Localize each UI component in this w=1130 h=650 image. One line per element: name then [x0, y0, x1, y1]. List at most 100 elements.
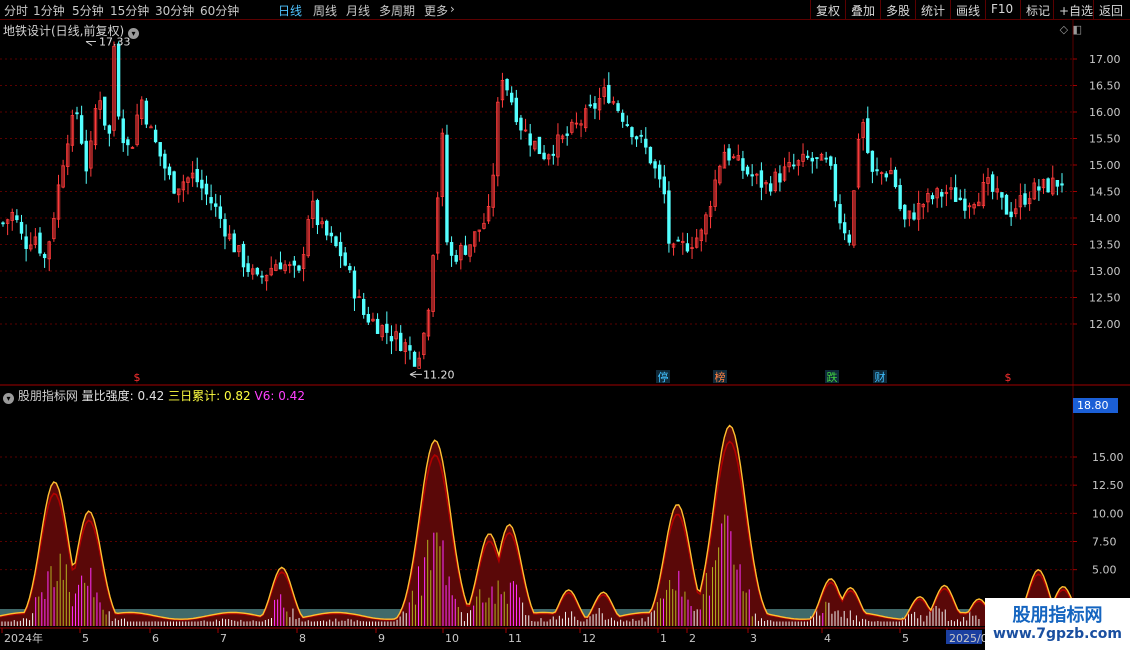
candle-body — [1009, 211, 1013, 218]
watermark-url: www.7gpzb.com — [992, 626, 1122, 642]
indicator-tick-label: 15.00 — [1092, 451, 1124, 464]
candle-body — [84, 140, 88, 172]
candle-body — [768, 183, 773, 192]
candle-body — [107, 125, 112, 134]
candle-body — [727, 148, 731, 161]
candle-body — [620, 112, 625, 122]
candle-body — [662, 176, 666, 195]
candle-body — [667, 190, 671, 244]
time-axis-label: 2025/0 — [949, 632, 988, 645]
candle-body — [898, 185, 902, 210]
candle-body — [348, 266, 352, 271]
candle-body — [449, 242, 454, 256]
candle-body — [838, 204, 842, 224]
candle-body — [940, 192, 944, 197]
candle-body — [232, 233, 236, 253]
candle-body — [389, 336, 394, 342]
candle-body — [634, 136, 639, 140]
indicator-tick-label: 12.50 — [1092, 479, 1124, 492]
low-price-label: 11.20 — [423, 368, 455, 381]
candle-body — [103, 96, 107, 126]
price-tick-label: 14.00 — [1089, 212, 1121, 225]
candle-body — [214, 203, 218, 207]
time-axis-label: 12 — [582, 632, 596, 645]
site-watermark: 股朋指标网 www.7gpzb.com — [985, 598, 1130, 650]
candle-body — [325, 220, 329, 236]
indicator-current-value: 18.80 — [1073, 398, 1118, 413]
candle-body — [653, 161, 657, 169]
high-price-label: 17.33 — [99, 36, 131, 49]
price-tick-label: 15.50 — [1089, 133, 1121, 146]
candle-body — [343, 252, 347, 266]
candle-body — [223, 219, 227, 237]
candle-body — [519, 117, 523, 131]
event-marker: 榜 — [715, 370, 726, 384]
candle-body — [1060, 183, 1064, 186]
candle-body — [246, 263, 250, 273]
time-axis-label: 4 — [824, 632, 831, 645]
candle-body — [1004, 194, 1009, 215]
candle-body — [445, 134, 449, 243]
event-marker: $ — [134, 371, 141, 384]
price-tick-label: 13.00 — [1089, 265, 1121, 278]
candle-body — [870, 150, 875, 172]
candle-body — [454, 255, 458, 262]
time-axis-label: 6 — [152, 632, 159, 645]
candle-body — [833, 164, 838, 202]
candle-body — [551, 153, 556, 156]
event-marker: 跌 — [827, 370, 838, 384]
indicator-tick-label: 10.00 — [1092, 507, 1124, 520]
candle-body — [15, 215, 19, 221]
indicator-series — [0, 424, 1074, 626]
candle-body — [745, 166, 750, 175]
chart-axes: 17.0016.5016.0015.5015.0014.5014.0013.50… — [1, 36, 1124, 645]
candle-body — [1, 222, 5, 225]
candle-body — [297, 265, 301, 271]
candle-body — [292, 260, 297, 266]
candle-body — [528, 133, 532, 146]
candle-body — [792, 164, 796, 167]
time-axis-label: 3 — [750, 632, 757, 645]
candle-body — [334, 236, 338, 247]
candle-body — [990, 174, 995, 192]
candlesticks — [1, 41, 1064, 369]
time-axis-label: 5 — [902, 632, 909, 645]
watermark-title: 股朋指标网 — [1012, 605, 1103, 626]
candle-body — [278, 262, 283, 270]
candle-body — [352, 270, 357, 299]
event-marker: $ — [1005, 371, 1012, 384]
stock-chart-canvas[interactable]: 17.0016.5016.0015.5015.0014.5014.0013.50… — [0, 0, 1130, 650]
candle-body — [953, 187, 958, 202]
candle-body — [829, 156, 833, 166]
candle-body — [24, 236, 28, 249]
candle-body — [537, 136, 542, 155]
candle-body — [218, 206, 223, 219]
price-tick-label: 14.50 — [1089, 186, 1121, 199]
candle-body — [893, 169, 898, 188]
candle-body — [958, 197, 962, 201]
time-axis-label: 8 — [299, 632, 306, 645]
price-tick-label: 15.00 — [1089, 159, 1121, 172]
candle-body — [116, 43, 121, 117]
chart-grid — [0, 20, 1130, 629]
candle-body — [676, 239, 680, 242]
price-tick-label: 17.00 — [1089, 53, 1121, 66]
candle-body — [399, 332, 403, 351]
time-axis-label: 10 — [445, 632, 459, 645]
candle-body — [565, 133, 569, 136]
candle-body — [204, 183, 209, 195]
candle-body — [42, 254, 47, 259]
candle-body — [366, 314, 371, 323]
candle-body — [912, 212, 916, 220]
candle-body — [842, 222, 847, 234]
event-marker: 财 — [875, 370, 886, 384]
candle-body — [121, 118, 125, 144]
candle-body — [866, 118, 870, 153]
candle-body — [329, 232, 334, 237]
price-tick-label: 16.50 — [1089, 80, 1121, 93]
candle-body — [625, 124, 630, 126]
candle-body — [542, 152, 546, 160]
candle-body — [616, 103, 620, 111]
candle-body — [126, 139, 130, 146]
candle-body — [153, 129, 158, 143]
